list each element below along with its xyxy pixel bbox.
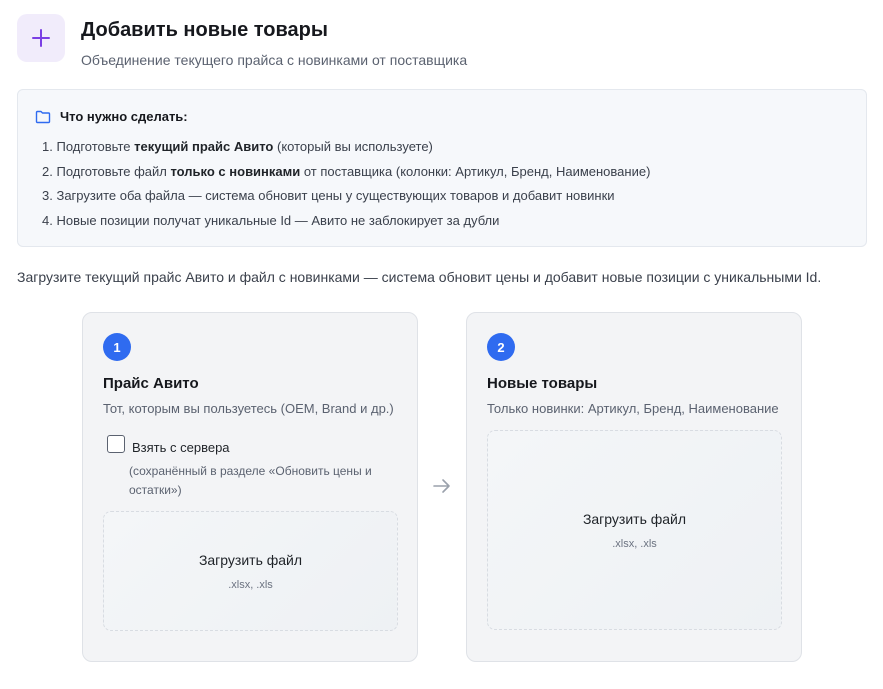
upload-dropzone-new[interactable]: Загрузить файл .xlsx, .xls (487, 430, 782, 630)
upload-dropzone-avito[interactable]: Загрузить файл .xlsx, .xls (103, 511, 398, 631)
plus-icon (32, 29, 50, 47)
card-title: Прайс Авито (103, 375, 199, 392)
instruction-step: 2. Подготовьте файл только с новинками о… (42, 163, 651, 179)
take-from-server-checkbox[interactable] (107, 435, 125, 453)
take-from-server-option[interactable]: Взять с сервера (107, 433, 230, 455)
add-products-button[interactable] (17, 14, 65, 62)
lead-text: Загрузите текущий прайс Авито и файл с н… (17, 269, 822, 285)
instruction-step: 3. Загрузите оба файла — система обновит… (42, 188, 615, 203)
card-title: Новые товары (487, 375, 598, 392)
instructions-list: 1. Подготовьте текущий прайс Авито (кото… (42, 139, 650, 237)
new-products-card: 2 Новые товары Только новинки: Артикул, … (466, 312, 802, 662)
step-badge: 2 (487, 333, 515, 361)
instructions-header: Что нужно сделать: (35, 109, 188, 124)
instruction-step: 4. Новые позиции получат уникальные Id —… (42, 212, 500, 228)
upload-hint: .xlsx, .xls (228, 578, 273, 591)
instructions-title: Что нужно сделать: (60, 109, 188, 124)
checkbox-label: Взять с сервера (132, 440, 230, 455)
upload-label: Загрузить файл (582, 510, 687, 527)
instruction-step: 1. Подготовьте текущий прайс Авито (кото… (42, 139, 433, 154)
upload-label: Загрузить файл (198, 551, 303, 568)
instructions-box: Что нужно сделать: 1. Подготовьте текущи… (17, 89, 867, 247)
card-subtitle: Только новинки: Артикул, Бренд, Наименов… (487, 401, 779, 416)
page-subtitle: Объединение текущего прайса с новинками … (81, 52, 468, 68)
upload-hint: .xlsx, .xls (612, 537, 657, 550)
avito-price-card: 1 Прайс Авито Тот, которым вы пользуетес… (82, 312, 418, 662)
page-header: Добавить новые товары Объединение текуще… (17, 14, 467, 69)
page-title: Добавить новые товары (81, 19, 328, 41)
page: Добавить новые товары Объединение текуще… (0, 0, 883, 689)
folder-icon (35, 110, 51, 123)
arrow-right-icon (433, 479, 450, 493)
header-text: Добавить новые товары Объединение текуще… (81, 14, 467, 69)
checkbox-note: (сохранённый в разделе «Обновить цены и … (129, 464, 372, 497)
step-badge: 1 (103, 333, 131, 361)
card-subtitle: Тот, которым вы пользуетесь (OEM, Brand … (103, 401, 394, 416)
